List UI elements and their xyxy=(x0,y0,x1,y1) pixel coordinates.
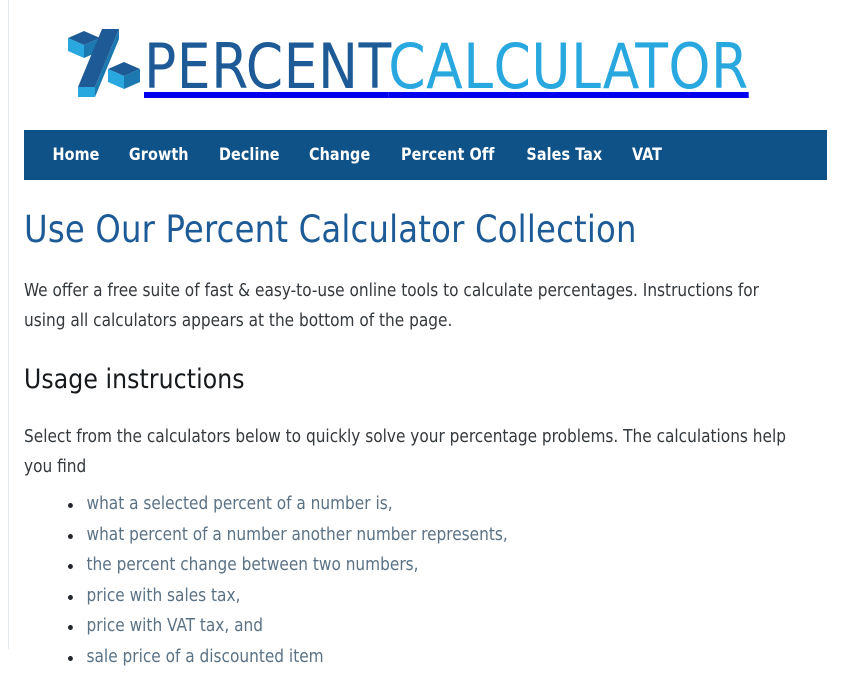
nav-item-growth[interactable]: Growth xyxy=(117,130,201,180)
nav-item-sales-tax[interactable]: Sales Tax xyxy=(514,130,614,180)
usage-instructions-list: what a selected percent of a number is, … xyxy=(24,482,827,666)
list-item: sale price of a discounted item xyxy=(68,648,808,667)
list-item: price with VAT tax, and xyxy=(68,618,808,636)
nav-item-decline[interactable]: Decline xyxy=(206,130,291,180)
main-navigation: Home Growth Decline Change Percent Off S… xyxy=(24,130,827,180)
nav-item-home[interactable]: Home xyxy=(40,130,111,180)
page-left-border xyxy=(8,0,9,649)
list-item: what a selected percent of a number is, xyxy=(68,496,808,514)
nav-item-change[interactable]: Change xyxy=(297,130,383,180)
list-item: price with sales tax, xyxy=(68,587,808,606)
list-item: what percent of a number another number … xyxy=(68,526,808,545)
logo-word-calculator: CALCULATOR xyxy=(388,30,749,103)
intro-paragraph: We offer a free suite of fast & easy-to-… xyxy=(24,280,759,331)
nav-item-vat[interactable]: VAT xyxy=(619,130,673,180)
logo-word-percent: PERCENT xyxy=(144,30,389,103)
nav-item-percent-off[interactable]: Percent Off xyxy=(389,130,507,180)
main-content: Use Our Percent Calculator Collection We… xyxy=(24,180,827,679)
percent-3d-icon xyxy=(62,25,142,105)
list-item: the percent change between two numbers, xyxy=(68,557,808,575)
page-title: Use Our Percent Calculator Collection xyxy=(24,208,637,251)
site-logo[interactable]: PERCENTCALCULATOR xyxy=(62,22,774,108)
usage-instructions-heading: Usage instructions xyxy=(24,363,245,395)
logo-wordmark: PERCENTCALCULATOR xyxy=(144,36,749,98)
site-header: PERCENTCALCULATOR xyxy=(24,0,827,130)
select-calculators-paragraph: Select from the calculators below to qui… xyxy=(24,427,786,478)
page-root: PERCENTCALCULATOR Home Growth Decline Ch… xyxy=(0,0,851,665)
